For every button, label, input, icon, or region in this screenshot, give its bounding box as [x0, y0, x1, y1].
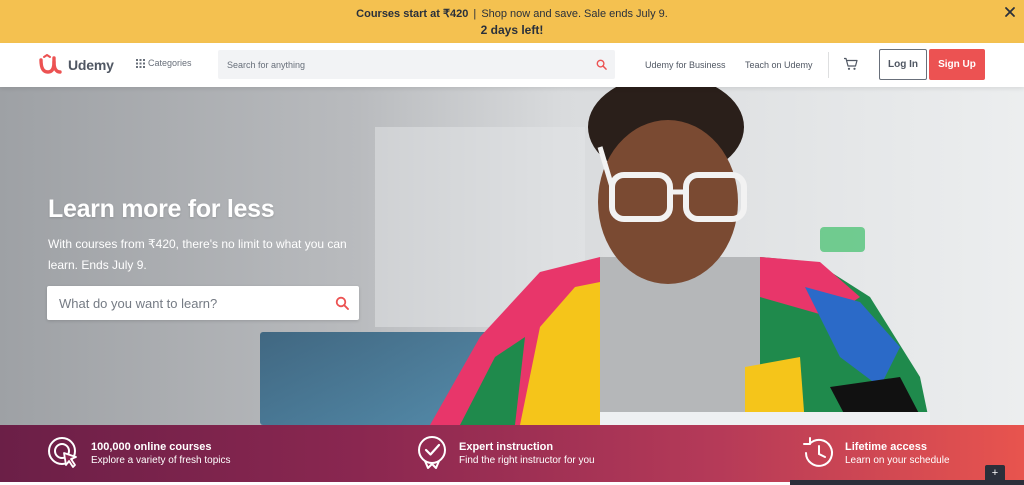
promo-headline: Courses start at ₹420	[356, 8, 469, 20]
teach-on-udemy-link[interactable]: Teach on Udemy	[745, 60, 813, 70]
grid-icon	[136, 58, 145, 68]
promo-countdown: 2 days left!	[480, 23, 544, 37]
logo-text: Udemy	[68, 57, 114, 73]
feature-online-courses: 100,000 online courses Explore a variety…	[46, 435, 231, 471]
search-icon[interactable]	[596, 59, 607, 70]
feature-expert-instruction: Expert instruction Find the right instru…	[414, 435, 595, 471]
hero-subtitle: With courses from ₹420, there's no limit…	[48, 237, 347, 272]
categories-menu[interactable]: Categories	[136, 58, 192, 68]
value-props-bar: 100,000 online courses Explore a variety…	[0, 425, 1024, 482]
udemy-logo[interactable]: Udemy	[38, 53, 114, 77]
feature-desc: Find the right instructor for you	[459, 455, 595, 466]
sign-up-button[interactable]: Sign Up	[929, 49, 985, 80]
floating-expand-button[interactable]: +	[985, 465, 1005, 482]
hero-banner: Learn more for less With courses from ₹4…	[0, 87, 1024, 425]
feature-title: Expert instruction	[459, 441, 554, 453]
hero-search-input[interactable]	[47, 286, 317, 320]
header-search-bar	[218, 50, 615, 79]
feature-desc: Explore a variety of fresh topics	[91, 455, 231, 466]
search-icon[interactable]	[335, 296, 349, 310]
udemy-for-business-link[interactable]: Udemy for Business	[645, 60, 726, 70]
hero-search-bar	[47, 286, 359, 320]
promo-banner: Courses start at ₹420 | Shop now and sav…	[0, 0, 1024, 43]
clock-history-icon	[803, 437, 833, 467]
feature-lifetime-access: Lifetime access Learn on your schedule	[800, 435, 950, 471]
nav-divider	[828, 52, 829, 78]
close-icon[interactable]	[1002, 4, 1018, 20]
feature-title: 100,000 online courses	[91, 441, 212, 453]
categories-label: Categories	[148, 58, 192, 68]
cart-icon[interactable]	[843, 57, 858, 71]
hero-title: Learn more for less	[48, 195, 275, 223]
feature-desc: Learn on your schedule	[845, 455, 950, 466]
promo-details: Shop now and save. Sale ends July 9.	[481, 8, 668, 20]
top-navbar: Udemy Categories Udemy for Business Teac…	[0, 43, 1024, 87]
feature-title: Lifetime access	[845, 441, 927, 453]
target-cursor-icon	[48, 437, 77, 468]
badge-check-icon	[418, 436, 446, 469]
log-in-button[interactable]: Log In	[879, 49, 927, 80]
promo-separator: |	[473, 8, 477, 20]
udemy-logo-icon	[39, 54, 62, 74]
promo-message: Courses start at ₹420 | Shop now and sav…	[0, 0, 1024, 21]
header-search-input[interactable]	[218, 50, 578, 79]
